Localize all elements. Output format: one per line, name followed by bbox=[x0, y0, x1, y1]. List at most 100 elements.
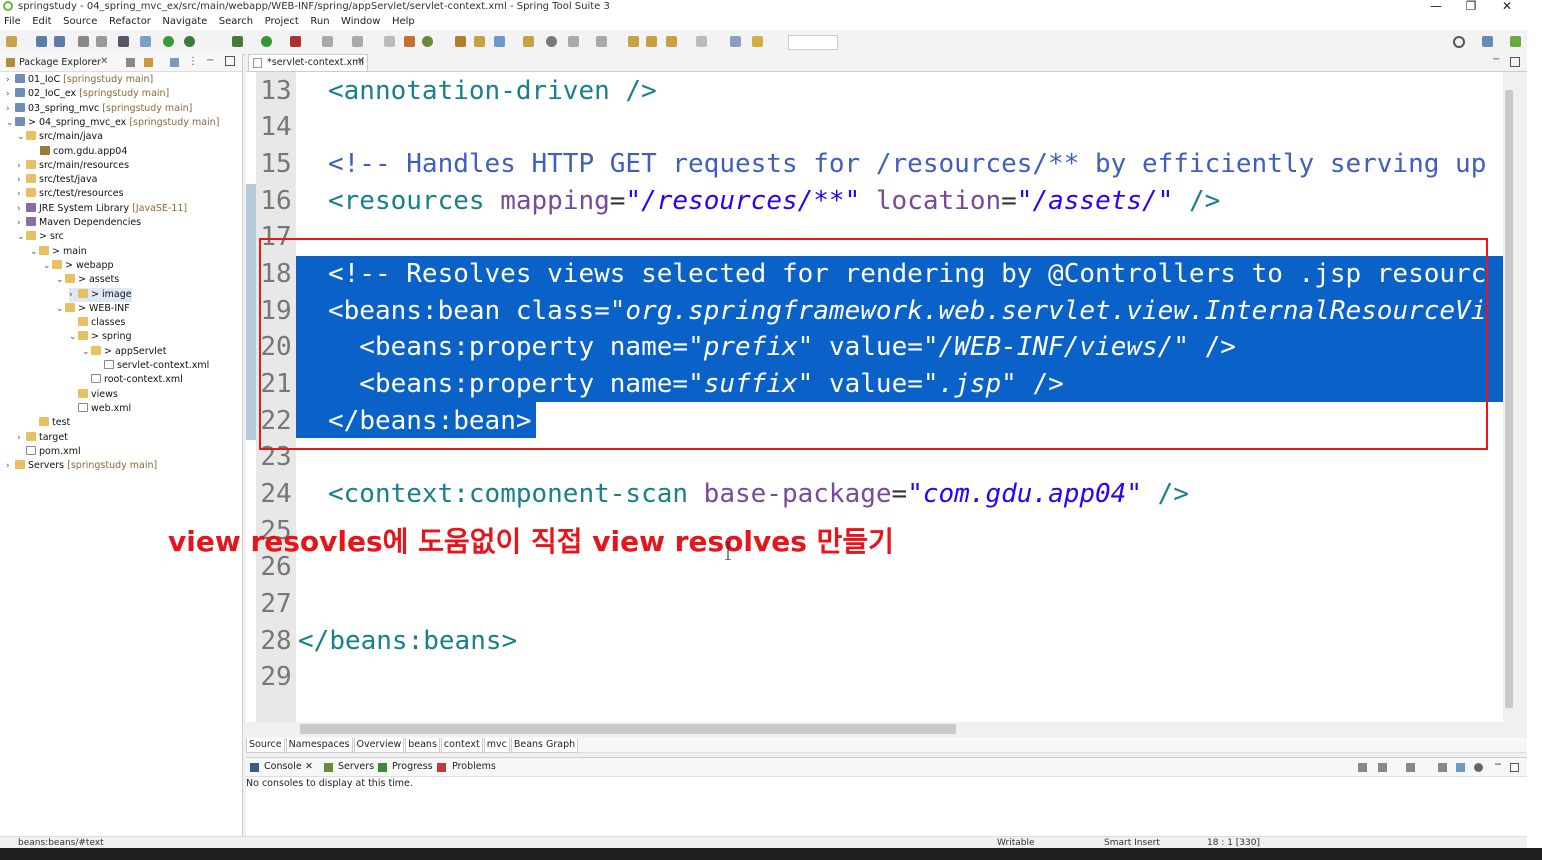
tree-item[interactable]: ⌄ > 04_spring_mvc_ex [springstudy main] bbox=[6, 116, 219, 130]
highlight-icon[interactable] bbox=[752, 36, 763, 47]
tree-item[interactable]: web.xml bbox=[69, 402, 131, 416]
tree-item[interactable]: › JRE System Library [JavaSE-11] bbox=[17, 202, 187, 216]
tree-item[interactable]: servlet-context.xml bbox=[95, 359, 209, 373]
next-annotation-icon[interactable] bbox=[568, 36, 579, 47]
spring-boot-icon[interactable] bbox=[163, 36, 174, 47]
tree-item[interactable]: classes bbox=[69, 316, 125, 330]
save-icon[interactable] bbox=[36, 36, 47, 47]
close-icon[interactable]: ✕ bbox=[100, 56, 108, 67]
expand-arrow-icon[interactable]: › bbox=[6, 102, 15, 116]
tab-beans[interactable]: beans bbox=[405, 738, 440, 753]
expand-arrow-icon[interactable]: › bbox=[17, 187, 26, 201]
maximize-view-icon[interactable] bbox=[1510, 763, 1519, 772]
last-edit-icon[interactable] bbox=[628, 36, 639, 47]
menu-help[interactable]: Help bbox=[388, 14, 419, 30]
save-all-icon[interactable] bbox=[54, 36, 65, 47]
tree-item[interactable]: ⌄ > spring bbox=[69, 330, 132, 344]
properties-icon[interactable] bbox=[96, 36, 107, 47]
tree-item[interactable]: › > image bbox=[69, 287, 132, 302]
tab-console[interactable]: Console bbox=[264, 761, 302, 772]
expand-arrow-icon[interactable]: ⌄ bbox=[17, 130, 26, 144]
expand-arrow-icon[interactable]: › bbox=[17, 173, 26, 187]
search-tool-icon[interactable] bbox=[494, 36, 505, 47]
minimize-view-icon[interactable]: − bbox=[1494, 759, 1502, 770]
tab-overview[interactable]: Overview bbox=[353, 738, 405, 753]
menu-file[interactable]: File bbox=[0, 14, 25, 30]
stop-icon[interactable] bbox=[322, 36, 333, 47]
tab-servers[interactable]: Servers bbox=[338, 761, 374, 772]
quick-access-field[interactable] bbox=[788, 35, 838, 50]
back-icon[interactable] bbox=[646, 36, 657, 47]
tree-item[interactable]: views bbox=[69, 388, 118, 402]
collapse-all-icon[interactable] bbox=[126, 58, 135, 67]
tree-item[interactable]: ⌄ > appServlet bbox=[82, 345, 166, 359]
view-menu-icon[interactable]: ⋮ bbox=[188, 56, 198, 67]
package-explorer-tab[interactable]: Package Explorer ✕ ⋮ − bbox=[0, 54, 242, 72]
filter-icon[interactable] bbox=[170, 58, 179, 67]
expand-arrow-icon[interactable]: ⌄ bbox=[30, 245, 39, 259]
tree-item[interactable]: com.gdu.app04 bbox=[31, 145, 127, 159]
tab-servlet-context[interactable]: *servlet-context.xml ✕ bbox=[248, 54, 368, 71]
debug-icon[interactable] bbox=[232, 36, 243, 47]
java-perspective-icon[interactable] bbox=[1482, 36, 1493, 47]
display-console-icon[interactable] bbox=[1378, 763, 1387, 772]
settings-gear-icon[interactable] bbox=[1474, 763, 1483, 772]
run-icon[interactable] bbox=[261, 36, 272, 47]
tab-problems[interactable]: Problems bbox=[452, 761, 496, 772]
expand-arrow-icon[interactable]: ⌄ bbox=[17, 230, 26, 244]
open-task-icon[interactable] bbox=[474, 36, 485, 47]
tab-namespaces[interactable]: Namespaces bbox=[285, 738, 353, 753]
back-nav-icon[interactable] bbox=[666, 36, 677, 47]
new-java-package-icon[interactable] bbox=[404, 36, 415, 47]
restore-button[interactable]: ❐ bbox=[1461, 0, 1481, 12]
search-icon[interactable] bbox=[1453, 36, 1465, 48]
maximize-view-icon[interactable] bbox=[225, 56, 235, 66]
tab-context[interactable]: context bbox=[440, 738, 483, 753]
minimize-button[interactable]: — bbox=[1426, 0, 1446, 12]
tab-progress[interactable]: Progress bbox=[392, 761, 433, 772]
globe-icon[interactable] bbox=[546, 36, 557, 47]
expand-arrow-icon[interactable]: › bbox=[6, 459, 15, 473]
new-class-icon[interactable] bbox=[422, 36, 433, 47]
prev-annotation-icon[interactable] bbox=[596, 36, 607, 47]
minimize-editor-icon[interactable]: − bbox=[1492, 54, 1500, 65]
open-type-icon[interactable] bbox=[455, 36, 466, 47]
tree-item[interactable]: › Servers [springstudy main] bbox=[6, 459, 157, 473]
menu-run[interactable]: Run bbox=[306, 14, 333, 30]
open-console-icon[interactable] bbox=[1406, 763, 1415, 772]
tree-item[interactable]: › 02_IoC_ex [springstudy main] bbox=[6, 87, 169, 101]
menu-source[interactable]: Source bbox=[59, 14, 101, 30]
tree-item[interactable]: pom.xml bbox=[17, 445, 81, 459]
deploy-icon[interactable] bbox=[352, 36, 363, 47]
expand-arrow-icon[interactable]: ⌄ bbox=[6, 116, 15, 130]
menu-refactor[interactable]: Refactor bbox=[105, 14, 155, 30]
menu-edit[interactable]: Edit bbox=[28, 14, 55, 30]
tree-item[interactable]: › target bbox=[17, 431, 68, 445]
external-tools-icon[interactable] bbox=[290, 36, 301, 47]
tree-item[interactable]: › src/test/java bbox=[17, 173, 97, 187]
tree-item[interactable]: ⌄ > main bbox=[30, 245, 87, 259]
scroll-lock-icon[interactable] bbox=[1456, 763, 1465, 772]
minimize-view-icon[interactable]: − bbox=[206, 55, 214, 66]
clear-console-icon[interactable] bbox=[1438, 763, 1447, 772]
expand-arrow-icon[interactable]: › bbox=[6, 73, 15, 87]
tree-item[interactable]: test bbox=[30, 416, 70, 430]
new-icon[interactable] bbox=[6, 36, 17, 47]
refresh-icon[interactable] bbox=[184, 36, 195, 47]
pin-console-icon[interactable] bbox=[1358, 763, 1367, 772]
expand-arrow-icon[interactable]: › bbox=[17, 216, 26, 230]
annotation-icon[interactable] bbox=[523, 36, 534, 47]
spring-perspective-icon[interactable] bbox=[1510, 36, 1521, 47]
toggle-mark-icon[interactable] bbox=[140, 36, 151, 47]
open-perspective-icon[interactable] bbox=[730, 36, 741, 47]
tree-item[interactable]: › src/test/resources bbox=[17, 187, 124, 201]
tree-item[interactable]: ⌄ > assets bbox=[56, 273, 119, 287]
menu-search[interactable]: Search bbox=[215, 14, 257, 30]
close-icon[interactable]: ✕ bbox=[357, 56, 365, 67]
expand-arrow-icon[interactable]: ⌄ bbox=[56, 302, 65, 316]
code-editor[interactable]: 13 14 15 16 17 18 19 20 21 22 23 24 25 2… bbox=[246, 72, 1514, 722]
expand-arrow-icon[interactable]: › bbox=[17, 159, 26, 173]
tree-item[interactable]: › src/main/resources bbox=[17, 159, 129, 173]
tab-beans-graph[interactable]: Beans Graph bbox=[510, 738, 579, 753]
tree-item[interactable]: root-context.xml bbox=[82, 373, 183, 387]
